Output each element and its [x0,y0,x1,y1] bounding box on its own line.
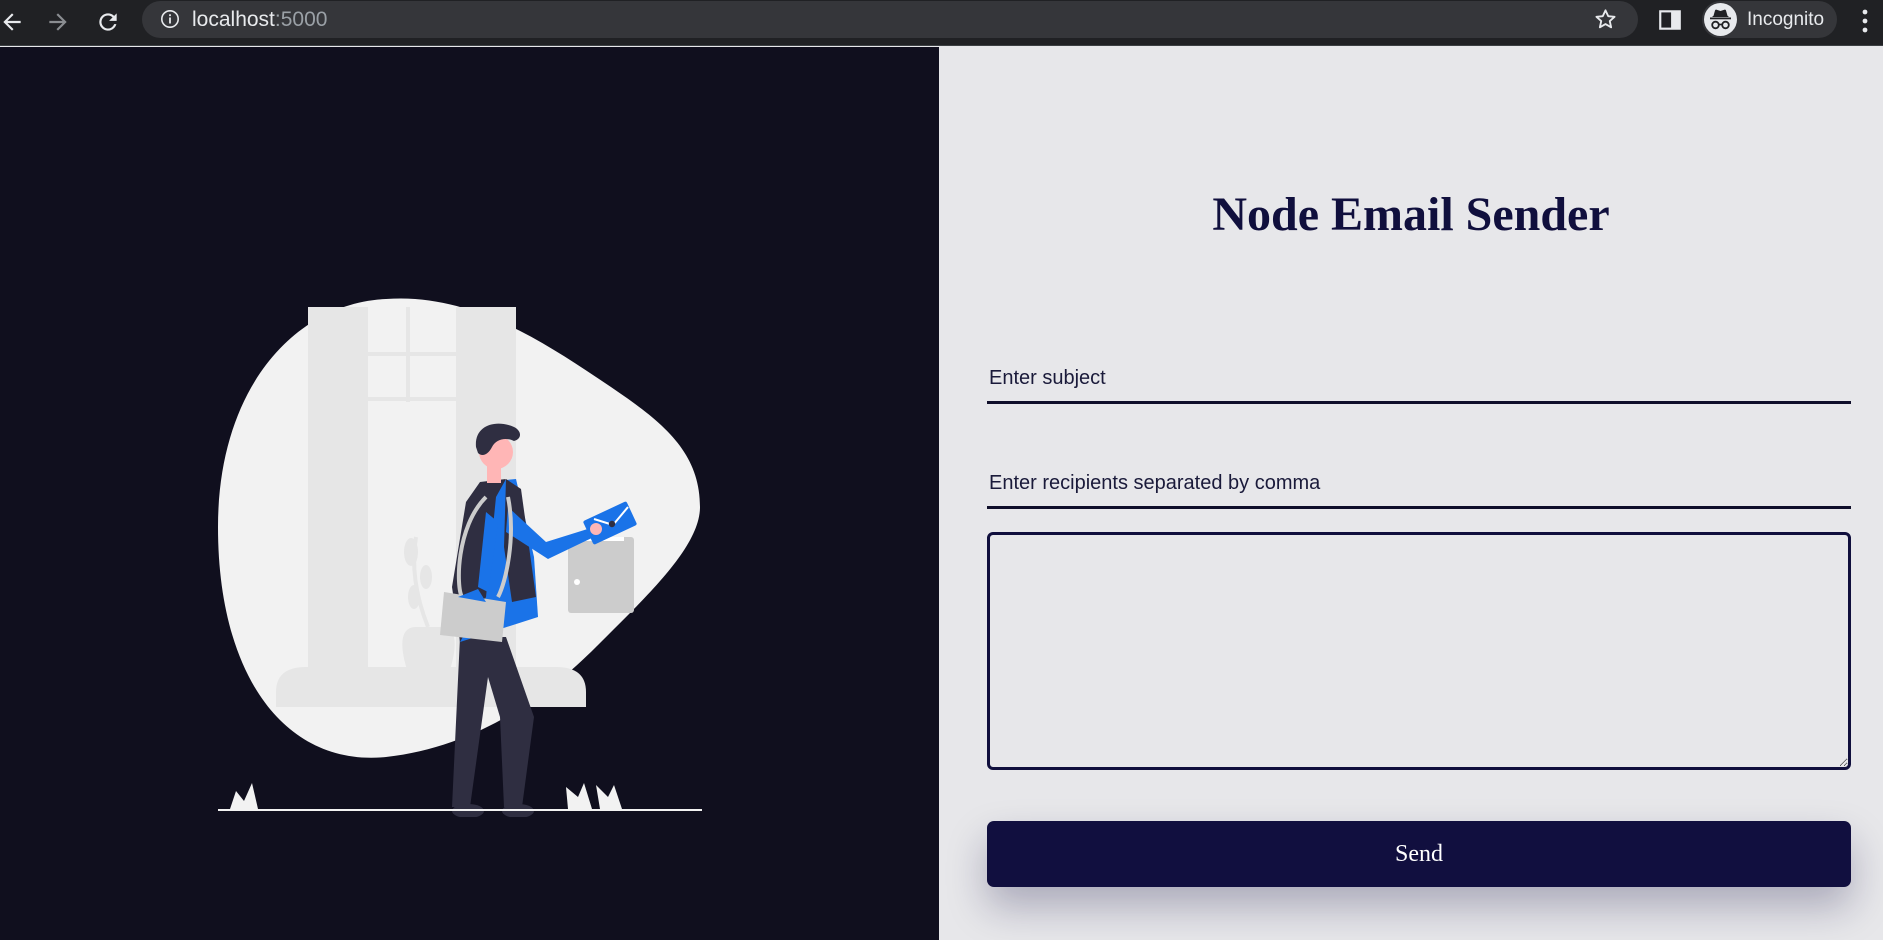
incognito-profile-chip[interactable]: Incognito [1702,1,1837,38]
message-textarea[interactable] [987,532,1851,770]
info-icon[interactable] [160,9,180,29]
forward-button[interactable] [40,4,76,40]
grass [230,783,622,809]
kebab-menu-icon[interactable] [1855,6,1875,36]
illustration-panel [0,47,939,940]
send-button[interactable]: Send [987,821,1851,887]
recipients-input[interactable] [987,461,1851,509]
arrow-left-icon [3,13,21,31]
mailbox [568,537,634,613]
subject-input[interactable] [987,356,1851,404]
address-bar[interactable]: localhost:5000 [142,1,1638,38]
reload-button[interactable] [90,4,126,40]
profile-label: Incognito [1747,9,1825,30]
side-panel-icon[interactable] [1657,7,1683,33]
url-text[interactable]: localhost:5000 [192,8,327,32]
url-host: localhost [192,8,275,31]
browser-toolbar: localhost:5000 Incognito [0,0,1883,46]
page-title: Node Email Sender [1212,188,1610,241]
incognito-icon [1704,3,1737,36]
email-form-panel: Node Email Sender Send [939,47,1883,940]
ground-line [218,809,702,811]
reload-icon [99,13,117,31]
arrow-right-icon [49,13,67,31]
star-icon[interactable] [1593,7,1618,32]
back-button[interactable] [0,4,30,40]
person-mailing-letter-illustration [218,298,702,817]
url-port: :5000 [274,8,328,31]
